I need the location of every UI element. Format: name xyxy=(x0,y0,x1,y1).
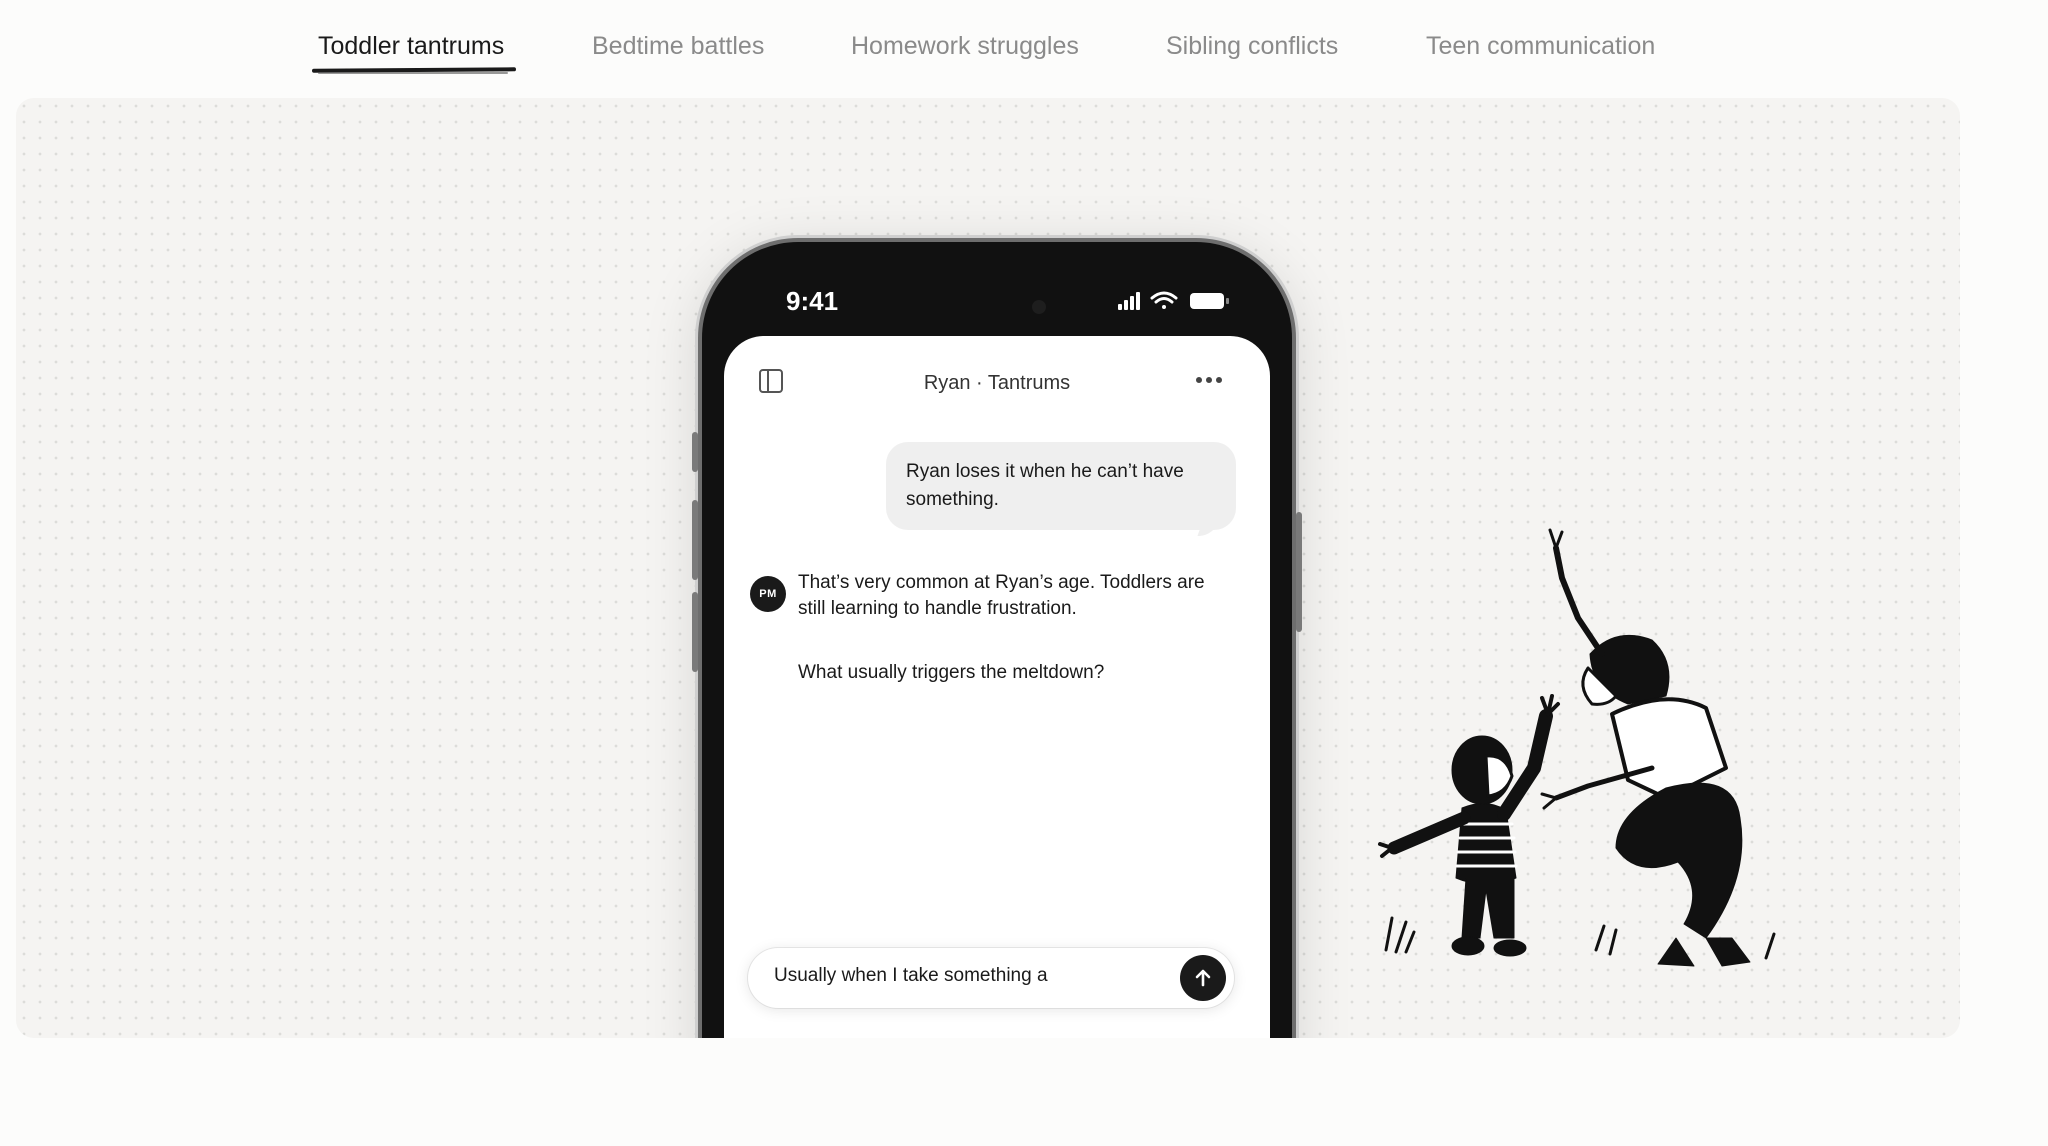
chat-title: Ryan · Tantrums xyxy=(923,372,1071,394)
child-figure xyxy=(1378,694,1560,957)
status-time: 9:41 xyxy=(786,286,839,316)
status-icons xyxy=(1118,291,1229,310)
demo-stage: 9:41 Ryan · Tantrums Ryan loses it when … xyxy=(16,98,1960,1038)
assistant-avatar: PM xyxy=(750,576,786,612)
tab-homework-struggles[interactable]: Homework struggles xyxy=(851,28,1079,64)
phone-mockup: 9:41 Ryan · Tantrums Ryan loses it when … xyxy=(692,242,1302,1038)
signal-icon xyxy=(1118,292,1140,310)
arrow-up-icon xyxy=(1195,969,1211,987)
send-button[interactable] xyxy=(1180,955,1226,1001)
assistant-message: That’s very common at Ryan’s age. Toddle… xyxy=(798,570,1218,724)
phone-side-button xyxy=(692,432,698,472)
parent-figure xyxy=(1540,528,1776,967)
active-tab-underline-stroke xyxy=(318,72,508,74)
battery-icon xyxy=(1190,293,1229,309)
user-message-bubble: Ryan loses it when he can’t have somethi… xyxy=(886,442,1236,530)
more-horizontal-icon[interactable] xyxy=(1194,372,1224,388)
chat-screen: Ryan · Tantrums Ryan loses it when he ca… xyxy=(724,336,1270,1038)
wifi-icon xyxy=(1150,291,1178,309)
tab-toddler-tantrums[interactable]: Toddler tantrums xyxy=(318,28,504,64)
tab-bedtime-battles[interactable]: Bedtime battles xyxy=(592,28,764,64)
front-camera xyxy=(1032,300,1046,314)
tab-teen-communication[interactable]: Teen communication xyxy=(1426,28,1655,64)
assistant-paragraph: That’s very common at Ryan’s age. Toddle… xyxy=(798,572,1205,619)
assistant-question: What usually triggers the meltdown? xyxy=(798,662,1105,683)
message-composer xyxy=(748,948,1234,1008)
tab-sibling-conflicts[interactable]: Sibling conflicts xyxy=(1166,28,1338,64)
phone-volume-down xyxy=(692,592,698,672)
topic-tabs: Toddler tantrums Bedtime battles Homewor… xyxy=(0,28,2048,88)
message-input[interactable] xyxy=(774,965,1164,987)
phone-volume-up xyxy=(692,500,698,580)
parent-child-illustration xyxy=(1378,528,1776,967)
phone-power-button xyxy=(1296,512,1302,632)
